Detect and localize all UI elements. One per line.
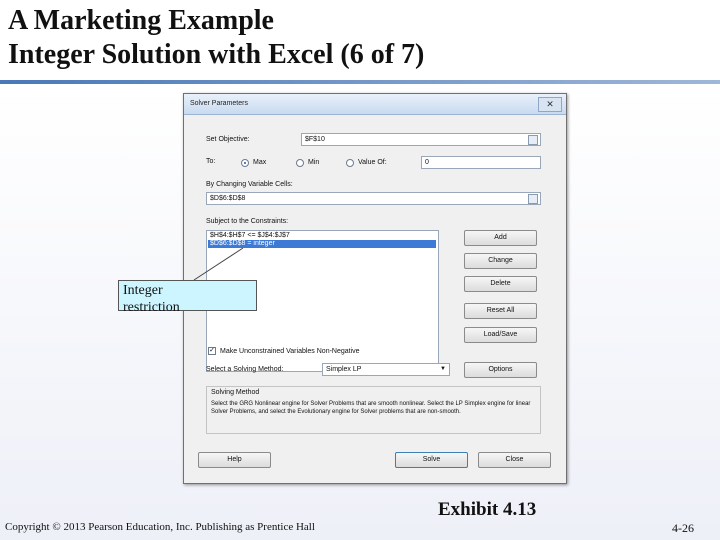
callout-leader-line [193,247,244,281]
integer-restriction-callout: Integer restriction [118,280,257,315]
callout-line-1: Integer [123,283,163,298]
page-number: 4-26 [672,521,694,535]
exhibit-label: Exhibit 4.13 [438,499,537,520]
callout-line-2: restriction [123,300,180,315]
copyright-text: Copyright © 2013 Pearson Education, Inc.… [5,521,315,533]
